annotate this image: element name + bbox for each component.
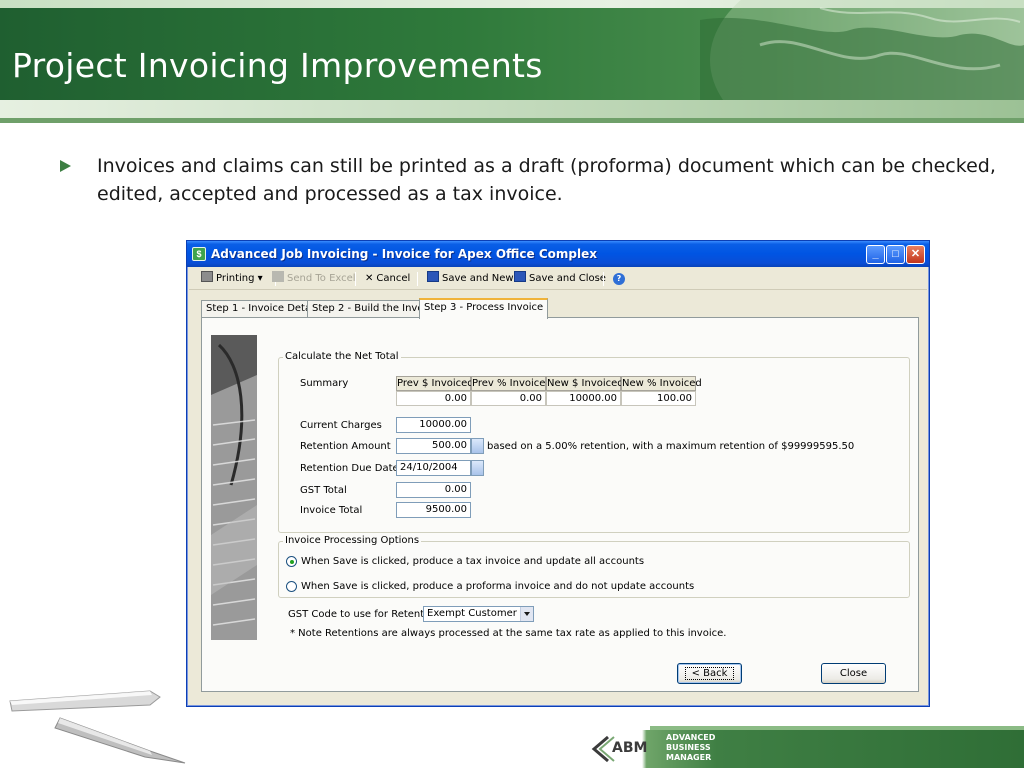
processing-options-label: Invoice Processing Options	[283, 535, 422, 546]
minimize-button[interactable]: _	[866, 245, 885, 264]
radio-proforma-invoice-label[interactable]: When Save is clicked, produce a proforma…	[301, 581, 694, 592]
column-header: New % Invoiced	[621, 376, 702, 391]
gst-total-label: GST Total	[300, 485, 347, 496]
summary-cell: 100.00	[621, 391, 696, 406]
close-button[interactable]: Close	[821, 663, 886, 684]
gst-code-label: GST Code to use for Retentions	[288, 609, 445, 620]
x-icon: ✕	[365, 273, 374, 284]
current-charges-label: Current Charges	[300, 420, 382, 431]
summary-label: Summary	[300, 378, 349, 389]
printer-icon	[201, 271, 213, 282]
net-total-group-label: Calculate the Net Total	[283, 351, 401, 362]
chevron-down-icon[interactable]	[520, 607, 533, 621]
invoice-total-field[interactable]: 9500.00	[396, 502, 471, 518]
invoice-window: $ Advanced Job Invoicing - Invoice for A…	[186, 240, 930, 707]
toolbar-separator	[603, 272, 604, 286]
maximize-button[interactable]: □	[886, 245, 905, 264]
side-image-newspaper	[211, 335, 257, 640]
send-to-excel-button[interactable]: Send To Excel	[272, 271, 356, 287]
app-icon: $	[192, 247, 206, 261]
back-button[interactable]: < Back	[677, 663, 742, 684]
cancel-button[interactable]: ✕ Cancel	[365, 271, 410, 287]
save-exit-icon	[514, 271, 526, 282]
column-header: Prev $ Invoiced	[396, 376, 474, 391]
retention-due-date-field[interactable]: 24/10/2004	[396, 460, 471, 476]
column-header: New $ Invoiced	[546, 376, 624, 391]
current-charges-field[interactable]: 10000.00	[396, 417, 471, 433]
slide-title: Project Invoicing Improvements	[12, 46, 543, 85]
gst-code-select[interactable]: Exempt Customer	[423, 606, 534, 622]
bullet-text: Invoices and claims can still be printed…	[97, 155, 996, 205]
window-title: Advanced Job Invoicing - Invoice for Ape…	[211, 247, 597, 261]
calendar-icon[interactable]	[471, 460, 484, 476]
close-window-button[interactable]: ✕	[906, 245, 925, 264]
summary-cell: 0.00	[471, 391, 546, 406]
retention-basis-note: based on a 5.00% retention, with a maxim…	[487, 441, 855, 452]
tab-panel-process-invoice: Calculate the Net Total Summary Prev $ I…	[201, 317, 919, 692]
window-titlebar[interactable]: $ Advanced Job Invoicing - Invoice for A…	[187, 241, 929, 267]
toolbar: Printing ▾ Send To Excel ✕ Cancel Save an…	[189, 268, 927, 290]
net-total-group: Calculate the Net Total Summary Prev $ I…	[278, 351, 910, 533]
header-under-line	[0, 118, 1024, 123]
help-button[interactable]: ?	[613, 271, 625, 287]
radio-tax-invoice-label[interactable]: When Save is clicked, produce a tax invo…	[301, 556, 644, 567]
summary-cell: 0.00	[396, 391, 471, 406]
radio-tax-invoice[interactable]	[286, 556, 297, 567]
invoice-total-label: Invoice Total	[300, 505, 363, 516]
gst-total-field[interactable]: 0.00	[396, 482, 471, 498]
toolbar-separator	[355, 272, 356, 286]
bullet-arrow-icon	[60, 160, 71, 172]
save-icon	[427, 271, 439, 282]
printing-button[interactable]: Printing ▾	[201, 271, 263, 287]
abm-logo-words: ADVANCED BUSINESS MANAGER	[666, 733, 716, 762]
retention-tax-note: * Note Retentions are always processed a…	[290, 628, 727, 639]
processing-options-group: Invoice Processing Options When Save is …	[278, 535, 910, 598]
retention-amount-label: Retention Amount	[300, 441, 391, 452]
save-and-close-button[interactable]: Save and Close	[514, 271, 606, 287]
retention-due-date-label: Retention Due Date	[300, 463, 399, 474]
abm-logo-text: ABM	[612, 740, 648, 756]
tab-process-invoice[interactable]: Step 3 - Process Invoice	[419, 298, 549, 319]
radio-proforma-invoice[interactable]	[286, 581, 297, 592]
save-and-new-button[interactable]: Save and New	[427, 271, 514, 287]
calculator-icon[interactable]	[471, 438, 484, 454]
header-under-stripe	[0, 100, 1024, 118]
fountain-pen-icon	[9, 690, 186, 764]
summary-cell: 10000.00	[546, 391, 621, 406]
column-header: Prev % Invoiced	[471, 376, 552, 391]
slide-header: Project Invoicing Improvements	[0, 0, 1024, 100]
excel-icon	[272, 271, 284, 282]
toolbar-separator	[417, 272, 418, 286]
retention-amount-field[interactable]: 500.00	[396, 438, 471, 454]
help-icon: ?	[613, 273, 625, 285]
